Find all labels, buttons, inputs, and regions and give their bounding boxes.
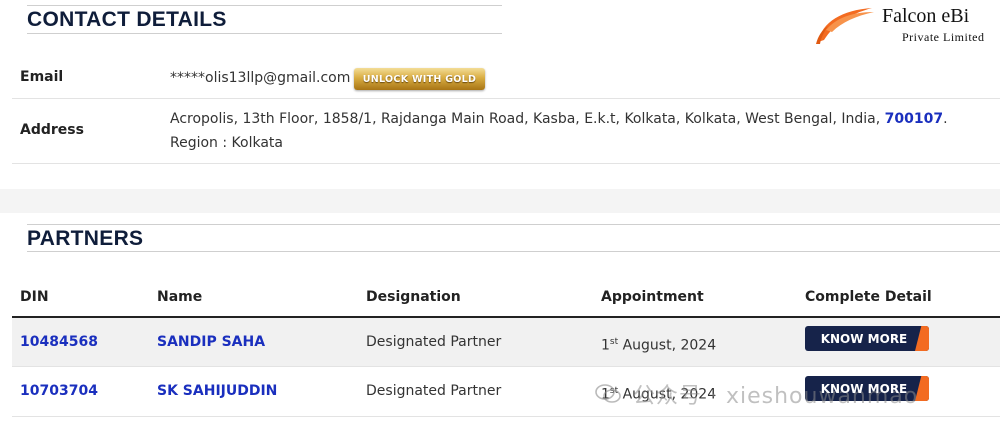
din-link[interactable]: 10703704 xyxy=(20,381,98,401)
logo-name: Falcon eBi xyxy=(882,5,970,27)
column-header-designation: Designation xyxy=(366,289,461,305)
contact-title-rule-bottom xyxy=(27,33,502,34)
appointment-date: 1st August, 2024 xyxy=(601,337,717,354)
divider xyxy=(12,98,1000,99)
address-value: Acropolis, 13th Floor, 1858/1, Rajdanga … xyxy=(170,107,948,155)
column-header-appointment: Appointment xyxy=(601,289,704,305)
table-row: 10484568 SANDIP SAHA Designated Partner … xyxy=(12,318,1000,366)
column-header-name: Name xyxy=(157,289,203,305)
contact-details-title: CONTACT DETAILS xyxy=(27,8,227,31)
know-more-button[interactable]: KNOW MORE xyxy=(805,326,929,351)
din-link[interactable]: 10484568 xyxy=(20,332,98,352)
contact-title-rule-top xyxy=(27,5,502,6)
address-text: Acropolis, 13th Floor, 1858/1, Rajdanga … xyxy=(170,111,885,127)
wechat-icon xyxy=(595,384,621,403)
pincode-link[interactable]: 700107 xyxy=(885,111,943,127)
region-text: Region : Kolkata xyxy=(170,135,283,151)
partners-title-rule-top xyxy=(27,224,1000,225)
designation-text: Designated Partner xyxy=(366,383,502,399)
section-separator-band xyxy=(0,189,1000,213)
falcon-wing-icon xyxy=(816,8,874,44)
column-header-din: DIN xyxy=(20,289,49,305)
logo-subtitle: Private Limited xyxy=(902,30,985,44)
unlock-with-gold-button[interactable]: UNLOCK WITH GOLD xyxy=(354,68,485,90)
divider xyxy=(12,163,1000,164)
email-value: *****olis13llp@gmail.com xyxy=(170,70,351,86)
partners-title-rule-bottom xyxy=(27,251,1000,252)
address-label: Address xyxy=(20,122,84,138)
partner-name-link[interactable]: SK SAHIJUDDIN xyxy=(157,381,277,401)
partner-name-link[interactable]: SANDIP SAHA xyxy=(157,332,265,352)
email-label: Email xyxy=(20,69,64,85)
divider xyxy=(12,416,1000,417)
column-header-complete-detail: Complete Detail xyxy=(805,289,932,305)
company-logo: Falcon eBi Private Limited xyxy=(812,0,1000,48)
designation-text: Designated Partner xyxy=(366,334,502,350)
partners-title: PARTNERS xyxy=(27,227,144,250)
address-end: . xyxy=(943,111,948,127)
